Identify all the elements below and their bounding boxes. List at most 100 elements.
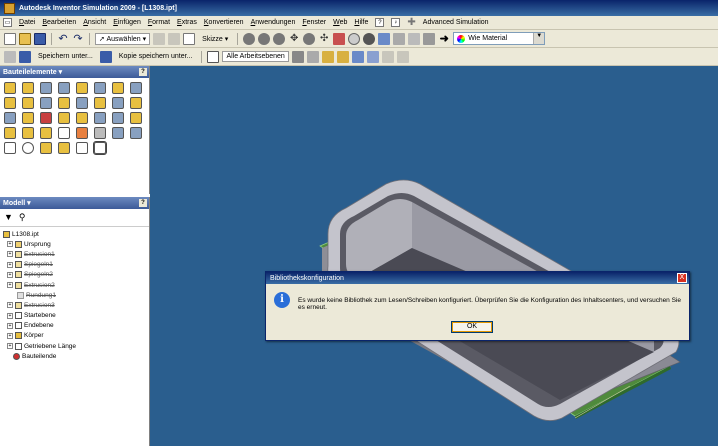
zoom-icon[interactable]	[273, 32, 286, 45]
mirror-icon[interactable]	[130, 112, 142, 124]
save-copy-button[interactable]: Kopie speichern unter...	[115, 51, 197, 62]
save-as-icon[interactable]	[19, 50, 31, 63]
tree-root[interactable]: L1308.ipt	[3, 229, 146, 239]
box-icon[interactable]	[366, 50, 379, 63]
coil-icon[interactable]	[130, 82, 142, 94]
plus-icon[interactable]: ✚	[407, 17, 415, 28]
table-icon[interactable]	[76, 142, 88, 154]
create-ipart-icon[interactable]	[112, 127, 124, 139]
rotate-icon[interactable]: ✣	[318, 33, 330, 45]
shadow-icon[interactable]	[363, 32, 376, 45]
promote-icon[interactable]	[94, 127, 106, 139]
active-tool-icon[interactable]	[93, 141, 107, 155]
workplanes-button[interactable]: Alle Arbeitsebenen	[222, 51, 289, 62]
sketch-icon[interactable]	[183, 32, 196, 45]
color-style-dropdown[interactable]: Wie Material ▼	[453, 32, 546, 45]
tree-item-rundung1[interactable]: Rundung1	[3, 290, 146, 300]
menu-hilfe[interactable]: Hilfe	[354, 19, 368, 26]
face-draft-icon[interactable]	[94, 97, 106, 109]
slice-icon[interactable]	[408, 32, 421, 45]
parameters-icon[interactable]	[4, 142, 16, 154]
grip-icon[interactable]	[58, 127, 70, 139]
expand-icon[interactable]: +	[7, 261, 13, 268]
zoom-selected-icon[interactable]	[303, 32, 316, 45]
navigation-wheel-icon[interactable]: ➜	[438, 33, 450, 45]
expand-icon[interactable]: +	[7, 282, 13, 289]
shaded-display-icon[interactable]	[348, 32, 361, 45]
expand-icon[interactable]: +	[7, 332, 13, 339]
sweep-icon[interactable]	[112, 82, 124, 94]
expand-icon[interactable]: +	[7, 312, 13, 319]
loft-icon[interactable]	[94, 82, 106, 94]
tree-item-extrusion3[interactable]: + Extrusion3	[3, 300, 146, 310]
work-axis-icon[interactable]	[22, 127, 34, 139]
decal-icon[interactable]	[22, 97, 34, 109]
sketch-button[interactable]: Skizze ▾	[198, 33, 232, 45]
menu-web[interactable]: Web	[333, 19, 347, 26]
open-file-icon[interactable]	[19, 32, 31, 45]
new-file-icon[interactable]	[4, 32, 16, 45]
tree-item-startebene[interactable]: + Startebene	[3, 311, 146, 321]
tree-item-extrusion2[interactable]: + Extrusion2	[3, 280, 146, 290]
frame-icon[interactable]	[381, 50, 394, 63]
menu-datei[interactable]: Datei	[19, 19, 35, 26]
graphics-viewport[interactable]	[150, 66, 718, 446]
model-panel-header[interactable]: Modell ▾ ?	[0, 197, 149, 209]
camera-icon[interactable]	[378, 32, 391, 45]
save-icon[interactable]	[34, 32, 46, 45]
hole-icon[interactable]	[40, 82, 52, 94]
update-icon[interactable]	[168, 32, 181, 45]
insert-icon[interactable]	[40, 142, 52, 154]
tree-item-extrusion1[interactable]: + Extrusion1	[3, 249, 146, 259]
work-plane-icon[interactable]	[4, 127, 16, 139]
model-help-icon[interactable]: ?	[139, 199, 147, 207]
features-panel-header[interactable]: Bauteilelemente ▾ ?	[0, 66, 149, 78]
view-cube-icon[interactable]	[351, 50, 364, 63]
document-menu-icon[interactable]: ▭	[3, 18, 12, 27]
ok-button[interactable]: OK	[451, 321, 493, 333]
menu-extras[interactable]: Extras	[177, 19, 197, 26]
pan-icon[interactable]: ✥	[288, 33, 300, 45]
expand-icon[interactable]: +	[7, 251, 13, 258]
rule-icon[interactable]	[22, 142, 34, 154]
revolve-icon[interactable]	[22, 82, 34, 94]
find-icon[interactable]: ⚲	[19, 212, 26, 223]
menu-anwendungen[interactable]: Anwendungen	[251, 19, 296, 26]
tutorial-icon[interactable]: ♀	[391, 18, 401, 27]
pattern-icon[interactable]	[112, 112, 124, 124]
extrude-icon[interactable]	[4, 82, 16, 94]
bend-icon[interactable]	[94, 112, 106, 124]
tree-item-ursprung[interactable]: + Ursprung	[3, 239, 146, 249]
replace-face-icon[interactable]	[22, 112, 34, 124]
menu-bearbeiten[interactable]: Bearbeiten	[42, 19, 76, 26]
tree-item-endebene[interactable]: + Endebene	[3, 321, 146, 331]
overlay-icon[interactable]	[396, 50, 409, 63]
tree-item-bauteilende[interactable]: Bauteilende	[3, 351, 146, 361]
expand-icon[interactable]: +	[7, 302, 13, 309]
work-point-icon[interactable]	[40, 127, 52, 139]
close-icon[interactable]: X	[677, 273, 687, 283]
return-icon[interactable]	[153, 32, 166, 45]
info-feature-icon[interactable]	[58, 142, 70, 154]
save-copy-icon[interactable]	[99, 50, 112, 63]
expand-icon[interactable]: +	[7, 241, 13, 248]
expand-icon[interactable]: +	[7, 271, 13, 278]
tree-item-spiegeln2[interactable]: + Spiegeln2	[3, 270, 146, 280]
menu-format[interactable]: Format	[148, 19, 170, 26]
menu-ansicht[interactable]: Ansicht	[83, 19, 106, 26]
undo-icon[interactable]: ↶	[57, 33, 69, 45]
ucs-icon[interactable]	[76, 127, 88, 139]
tree-item-koerper[interactable]: + Körper	[3, 331, 146, 341]
print-icon[interactable]	[4, 50, 16, 63]
fillet-icon[interactable]	[58, 97, 70, 109]
delete-face-icon[interactable]	[40, 112, 52, 124]
expand-icon[interactable]: +	[7, 322, 13, 329]
shell-icon[interactable]	[58, 82, 70, 94]
features-help-icon[interactable]: ?	[139, 68, 147, 76]
thread-icon[interactable]	[130, 97, 142, 109]
thicken-icon[interactable]	[76, 112, 88, 124]
section-icon[interactable]	[306, 50, 319, 63]
split-icon[interactable]	[112, 97, 124, 109]
menu-fenster[interactable]: Fenster	[302, 19, 326, 26]
sculpt-icon[interactable]	[58, 112, 70, 124]
